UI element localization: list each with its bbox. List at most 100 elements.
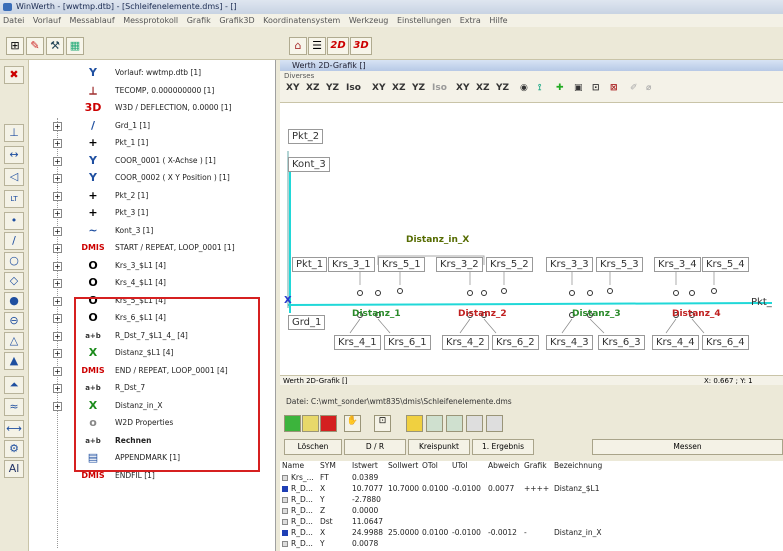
tree-item[interactable]: Y Vorlauf: wwtmp.dtb [1]	[29, 64, 276, 82]
krs-6-4-label[interactable]: Krs_6_4	[702, 335, 749, 350]
menu-messprotokoll[interactable]: Messprotokoll	[123, 16, 178, 25]
d-r-button[interactable]: D / R	[344, 439, 406, 455]
krs-6-2-label[interactable]: Krs_6_2	[492, 335, 539, 350]
tools-icon[interactable]: ⚒	[46, 37, 64, 55]
tree-expand-icon[interactable]: +	[53, 244, 62, 253]
cone-icon[interactable]: △	[4, 332, 24, 350]
circle-icon[interactable]: ○	[4, 252, 24, 270]
sphere-icon[interactable]: ●	[4, 292, 24, 310]
krs-6-3-label[interactable]: Krs_6_3	[598, 335, 645, 350]
view-xz-vst-button[interactable]: XZ	[392, 83, 405, 93]
zoom-window-icon[interactable]: ▣	[574, 83, 583, 93]
krs-3-1-label[interactable]: Krs_3_1	[328, 257, 375, 272]
view-yz-vst-button[interactable]: YZ	[412, 83, 425, 93]
view-iso-vst-button[interactable]: Iso	[432, 83, 447, 93]
point-icon[interactable]: •	[4, 212, 24, 230]
view-xy-vst-button[interactable]: XY	[372, 83, 385, 93]
menu-datei[interactable]: Datei	[3, 16, 24, 25]
zoom-fit-icon[interactable]: ✚	[556, 83, 564, 93]
tree-expand-icon[interactable]: +	[53, 226, 62, 236]
zoom-icon[interactable]: ⊡	[592, 83, 600, 93]
grid-icon[interactable]: ⊞	[6, 37, 24, 55]
layout-icon[interactable]: ▦	[66, 37, 84, 55]
brush-icon[interactable]: ✐	[630, 83, 638, 93]
tree-item[interactable]: ⟂ TECOMP, 0.000000000 [1]	[29, 82, 276, 100]
menu-grafik[interactable]: Grafik	[187, 16, 211, 25]
kont-3-label[interactable]: Kont_3	[288, 157, 330, 172]
column-header[interactable]: Bezeichnung	[554, 461, 602, 471]
column-header[interactable]: UTol	[452, 461, 467, 471]
tree-expand-icon[interactable]: +	[53, 174, 62, 183]
column-header[interactable]: OTol	[422, 461, 438, 471]
tree-expand-icon[interactable]: +	[53, 384, 62, 393]
tree-expand-icon[interactable]: +	[53, 121, 62, 131]
menu-koordinatensystem[interactable]: Koordinatensystem	[263, 16, 340, 25]
wave-icon[interactable]: ≈	[4, 398, 24, 416]
next-icon[interactable]	[446, 415, 463, 432]
krs-6-1-label[interactable]: Krs_6_1	[384, 335, 431, 350]
tree-expand-icon[interactable]: +	[53, 366, 62, 376]
tree-item[interactable]: + / Grd_1 [1]	[29, 117, 276, 135]
tree-expand-icon[interactable]: +	[53, 401, 62, 411]
settings-icon[interactable]: ⚙	[4, 440, 24, 458]
formula-icon[interactable]: Al	[4, 460, 24, 478]
view-yz-button[interactable]: YZ	[326, 83, 339, 93]
tree-item[interactable]: + O Krs_3_$L1 [4]	[29, 257, 276, 275]
menu-einstellungen[interactable]: Einstellungen	[397, 16, 451, 25]
redo-icon[interactable]	[486, 415, 503, 432]
column-header[interactable]: Grafik	[524, 461, 547, 471]
tree-item[interactable]: 3D W3D / DEFLECTION, 0.0000 [1]	[29, 99, 276, 117]
tree-expand-icon[interactable]: +	[53, 331, 62, 341]
eraser-icon[interactable]: ⌀	[646, 83, 651, 93]
krs-5-2-label[interactable]: Krs_5_2	[486, 257, 533, 272]
tree-expand-icon[interactable]: +	[53, 191, 62, 201]
tree-expand-icon[interactable]: +	[53, 314, 62, 323]
distance-icon[interactable]: ↔	[4, 146, 24, 164]
messen-button[interactable]: Messen	[592, 439, 783, 455]
run-from-icon[interactable]	[406, 415, 423, 432]
grafik-2d-button[interactable]: 2D	[327, 37, 349, 55]
play-icon[interactable]	[284, 415, 301, 432]
krs-3-2-label[interactable]: Krs_3_2	[436, 257, 483, 272]
cancel-icon[interactable]: ✖	[4, 66, 24, 84]
grafik-canvas[interactable]: Pkt_2 Kont_3 Pkt_1 Krs_3_1 Krs_5_1 Krs_3…	[280, 103, 783, 380]
tree-expand-icon[interactable]: +	[53, 349, 62, 358]
krs-4-4-label[interactable]: Krs_4_4	[652, 335, 699, 350]
list-icon[interactable]: ☰	[308, 37, 326, 55]
tree-expand-icon[interactable]: +	[53, 139, 62, 148]
pkt-1-label[interactable]: Pkt_1	[292, 257, 328, 272]
pause-icon[interactable]	[302, 415, 319, 432]
tree-expand-icon[interactable]: +	[53, 296, 62, 306]
tree-expand-icon[interactable]: +	[53, 279, 62, 288]
menu-werkzeug[interactable]: Werkzeug	[349, 16, 389, 25]
angle-icon[interactable]: ◁	[4, 168, 24, 186]
measure-icon[interactable]: ✎	[26, 37, 44, 55]
krs-4-2-label[interactable]: Krs_4_2	[442, 335, 489, 350]
line-icon[interactable]: /	[4, 232, 24, 250]
view-yz-bks-button[interactable]: YZ	[496, 83, 509, 93]
tree-item[interactable]: + Y COOR_0002 ( X Y Position ) [1]	[29, 169, 276, 187]
loop-icon[interactable]	[466, 415, 483, 432]
ellipse-icon[interactable]: ◇	[4, 272, 24, 290]
lt-icon[interactable]: LT	[4, 190, 24, 208]
view-xy-bks-button[interactable]: XY	[456, 83, 469, 93]
magnet-icon[interactable]: ⟟	[538, 83, 541, 93]
tree-item[interactable]: + + Pkt_2 [1]	[29, 187, 276, 205]
pkt-2-label[interactable]: Pkt_2	[288, 129, 324, 144]
step-icon[interactable]: ⊡	[374, 415, 391, 432]
krs-4-1-label[interactable]: Krs_4_1	[334, 335, 381, 350]
pyramid-icon[interactable]: ⏶	[4, 376, 24, 394]
tree-expand-icon[interactable]: +	[53, 156, 62, 166]
perpendicular-icon[interactable]: ⊥	[4, 124, 24, 142]
cylinder-icon[interactable]: ⊖	[4, 312, 24, 330]
tree-item[interactable]: + + Pkt_3 [1]	[29, 204, 276, 222]
view-xz-button[interactable]: XZ	[306, 83, 319, 93]
krs-3-3-label[interactable]: Krs_3_3	[546, 257, 593, 272]
pkt-edge-label[interactable]: Pkt_	[748, 296, 775, 309]
krs-3-4-label[interactable]: Krs_3_4	[654, 257, 701, 272]
menu-hilfe[interactable]: Hilfe	[489, 16, 507, 25]
tree-expand-icon[interactable]: +	[53, 209, 62, 218]
tree-item[interactable]: + O Krs_4_$L1 [4]	[29, 274, 276, 292]
view-xz-bks-button[interactable]: XZ	[476, 83, 489, 93]
loeschen-button[interactable]: Löschen	[284, 439, 342, 455]
